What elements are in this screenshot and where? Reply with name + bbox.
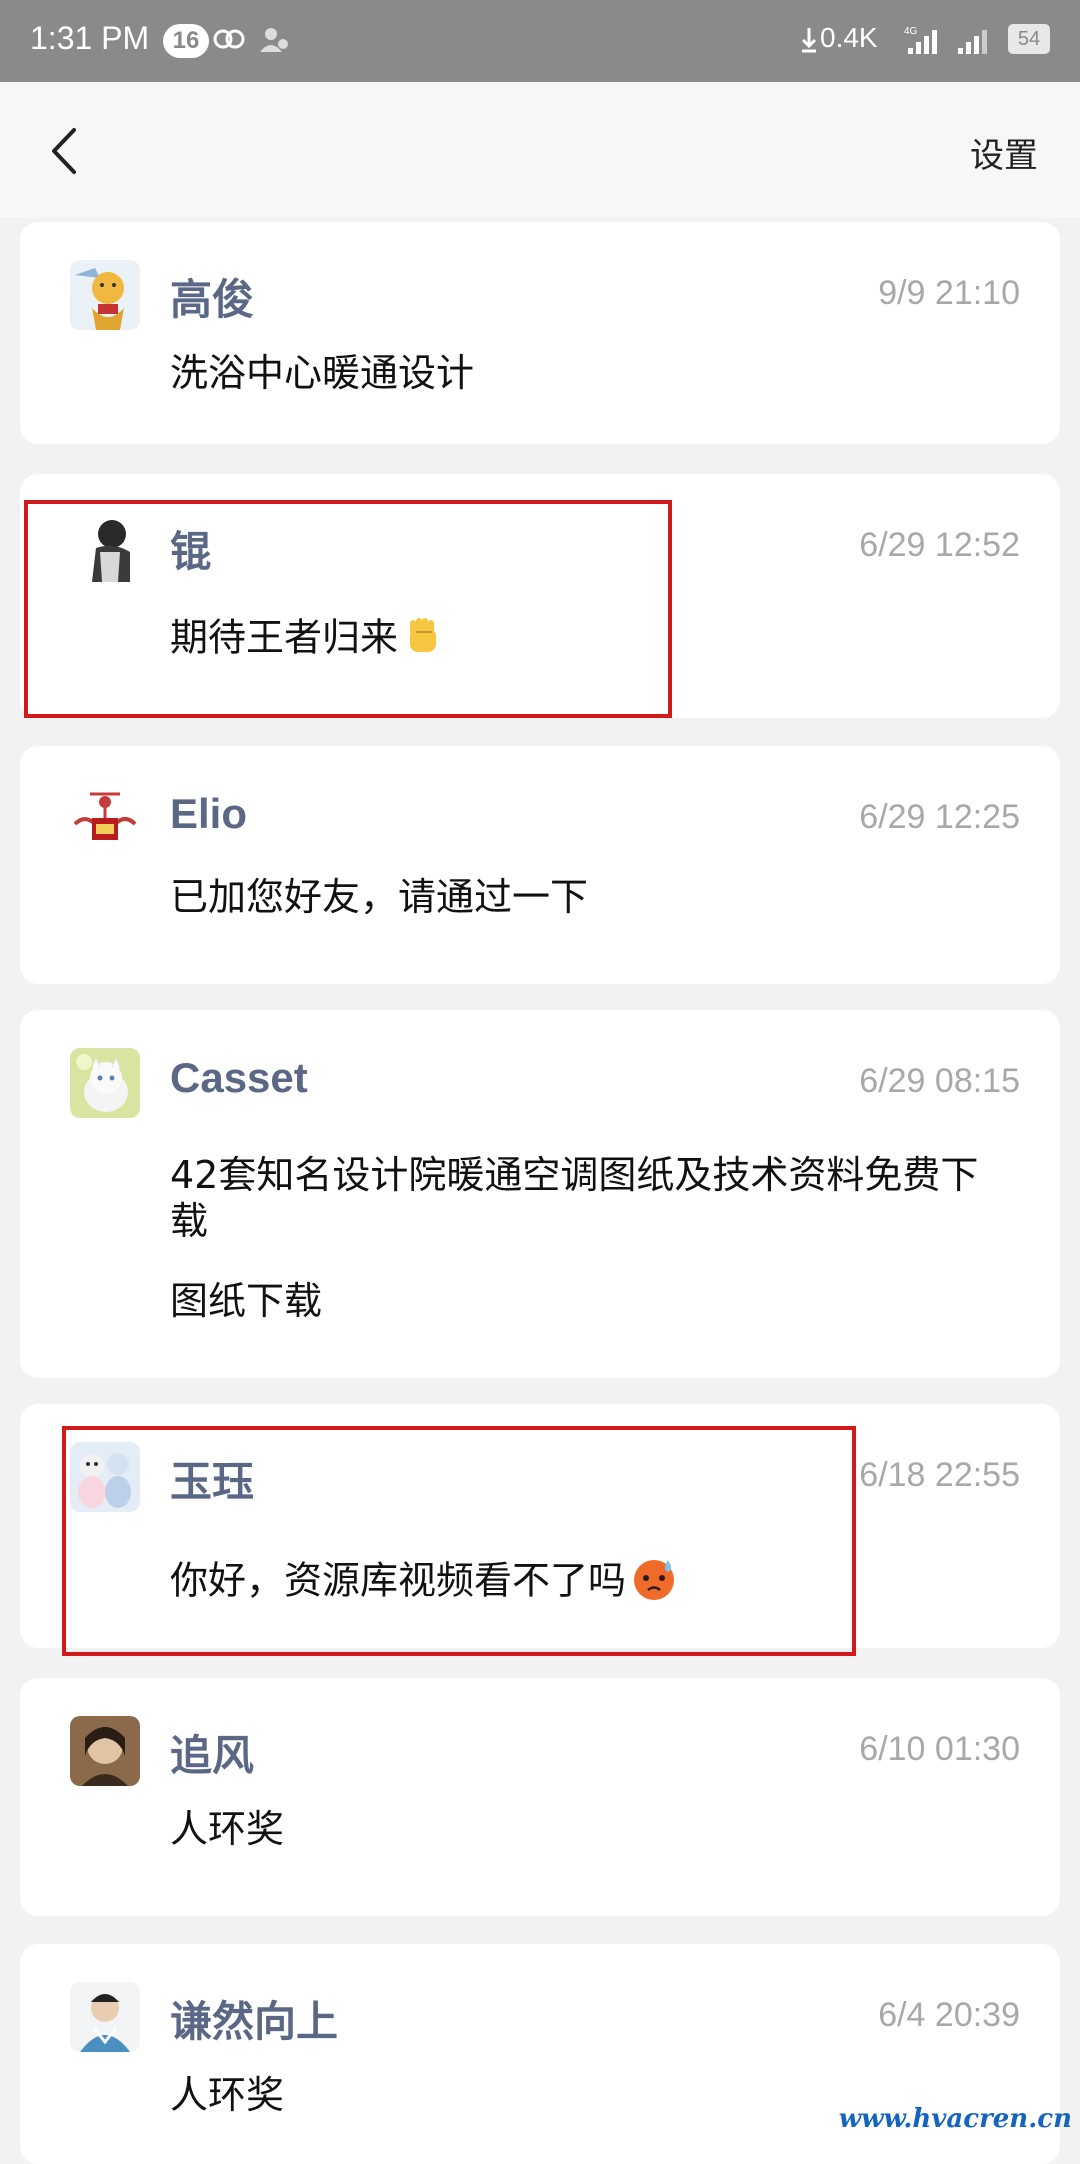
status-bar: 1:31 PM 16 0.4K 4G 54: [0, 0, 1080, 82]
message-text: 已加您好友，请通过一下: [170, 875, 589, 919]
battery-level: 54: [1008, 24, 1050, 54]
avatar[interactable]: [70, 1048, 140, 1118]
message-card[interactable]: 追风 6/10 01:30 人环奖: [20, 1678, 1060, 1916]
notification-count-badge: 16: [163, 24, 209, 58]
message-time: 6/29 08:15: [859, 1062, 1020, 1100]
download-arrow-icon: [800, 24, 818, 61]
sender-name: 谦然向上: [170, 1998, 339, 2045]
message-text: 洗浴中心暖通设计: [170, 351, 475, 395]
avatar[interactable]: [70, 1982, 140, 2052]
user-icon: [258, 24, 292, 61]
avatar[interactable]: [70, 260, 140, 330]
message-text: 人环奖: [170, 1807, 285, 1851]
svg-text:4G: 4G: [904, 26, 918, 37]
message-time: 6/18 22:55: [859, 1456, 1020, 1494]
network-speed: 0.4K: [820, 22, 878, 53]
sender-name: Elio: [170, 790, 248, 837]
message-text: 42套知名设计院暖通空调图纸及技术资料免费下载: [170, 1153, 979, 1243]
sender-name: Casset: [170, 1054, 308, 1101]
signal-4g-icon: 4G: [904, 24, 944, 63]
message-card[interactable]: Casset 6/29 08:15 42套知名设计院暖通空调图纸及技术资料免费下…: [20, 1010, 1060, 1378]
message-time: 6/10 01:30: [859, 1730, 1020, 1768]
highlight-box: [24, 500, 672, 718]
message-card[interactable]: 高俊 9/9 21:10 洗浴中心暖通设计: [20, 222, 1060, 444]
download-link[interactable]: 图纸下载: [170, 1278, 1010, 1324]
status-time: 1:31 PM: [30, 20, 150, 56]
sender-name: 追风: [170, 1732, 255, 1779]
back-button[interactable]: [40, 116, 96, 186]
link-icon: [212, 24, 246, 61]
message-card[interactable]: Elio 6/29 12:25 已加您好友，请通过一下: [20, 746, 1060, 984]
chevron-left-icon: [52, 128, 76, 174]
header: 设置: [0, 82, 1080, 218]
highlight-box: [62, 1426, 856, 1656]
message-time: 6/29 12:25: [859, 798, 1020, 836]
sender-name: 高俊: [170, 276, 255, 323]
signal-icon: [956, 24, 996, 63]
settings-button[interactable]: 设置: [970, 128, 1038, 177]
message-time: 9/9 21:10: [878, 274, 1020, 312]
avatar[interactable]: [70, 784, 140, 854]
watermark: www.hvacren.cn: [838, 2104, 1072, 2134]
message-time: 6/29 12:52: [859, 526, 1020, 564]
avatar[interactable]: [70, 1716, 140, 1786]
message-time: 6/4 20:39: [878, 1996, 1020, 2034]
